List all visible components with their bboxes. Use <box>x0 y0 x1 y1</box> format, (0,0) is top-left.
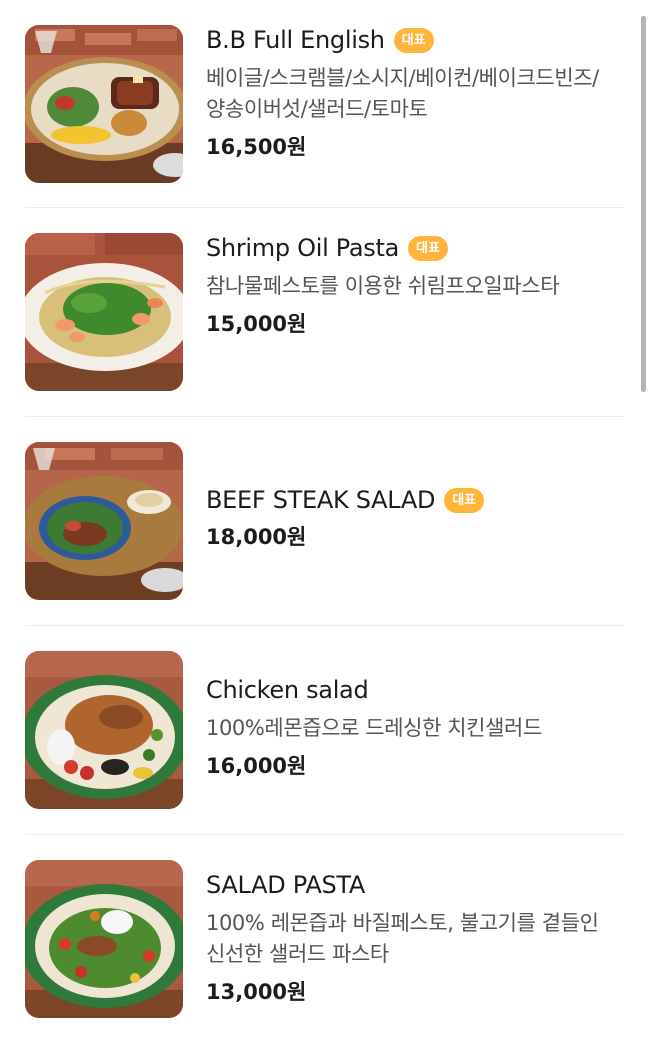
menu-item-price: 13,000원 <box>206 980 307 1004</box>
menu-item-name: SALAD PASTA <box>206 871 366 899</box>
menu-item-image[interactable] <box>25 233 183 391</box>
scrollbar[interactable] <box>641 16 646 392</box>
menu-item-image[interactable] <box>25 651 183 809</box>
signature-badge: 대표 <box>444 487 485 513</box>
menu-item-description: 100% 레몬즙과 바질페스토, 불고기를 곁들인 신선한 샐러드 파스타 <box>206 911 599 966</box>
divider <box>25 625 624 626</box>
chicken-salad-plate-image <box>25 651 183 809</box>
menu-item-image[interactable] <box>25 442 183 600</box>
full-english-breakfast-plate-image <box>25 25 183 183</box>
divider <box>25 834 624 835</box>
divider <box>25 416 624 417</box>
menu-list: B.B Full English 대표 베이글/스크램블/소시지/베이컨/베이크… <box>0 0 650 1040</box>
menu-item-description: 100%레몬즙으로 드레싱한 치킨샐러드 <box>206 716 542 740</box>
menu-item-image[interactable] <box>25 860 183 1018</box>
menu-item-name: Shrimp Oil Pasta <box>206 234 400 262</box>
signature-badge: 대표 <box>393 27 434 53</box>
salad-pasta-plate-image <box>25 860 183 1018</box>
menu-item-description: 참나물페스토를 이용한 쉬림프오일파스타 <box>206 274 560 298</box>
menu-item-salad-pasta[interactable]: SALAD PASTA 100% 레몬즙과 바질페스토, 불고기를 곁들인 신선… <box>25 860 624 1018</box>
shrimp-oil-pasta-plate-image <box>25 233 183 391</box>
menu-item-chicken-salad[interactable]: Chicken salad 100%레몬즙으로 드레싱한 치킨샐러드 16,00… <box>25 651 624 809</box>
menu-item-name: B.B Full English <box>206 26 385 54</box>
menu-item-description: 베이글/스크램블/소시지/베이컨/베이크드빈즈/양송이버섯/샐러드/토마토 <box>206 66 599 121</box>
menu-item-price: 18,000원 <box>206 525 307 549</box>
signature-badge: 대표 <box>408 235 448 261</box>
menu-item-price: 16,500원 <box>206 135 307 159</box>
menu-item-name: Chicken salad <box>206 676 369 704</box>
menu-item-price: 16,000원 <box>206 754 307 778</box>
menu-item-beef-steak-salad[interactable]: BEEF STEAK SALAD 대표 18,000원 <box>25 442 624 600</box>
menu-item-price: 15,000원 <box>206 312 307 336</box>
beef-steak-salad-plate-image <box>25 442 183 600</box>
menu-item-image[interactable] <box>25 25 183 183</box>
menu-item-shrimp-oil-pasta[interactable]: Shrimp Oil Pasta 대표 참나물페스토를 이용한 쉬림프오일파스타… <box>25 233 624 391</box>
divider <box>25 207 624 208</box>
menu-item-full-english[interactable]: B.B Full English 대표 베이글/스크램블/소시지/베이컨/베이크… <box>25 25 624 183</box>
menu-item-name: BEEF STEAK SALAD <box>206 486 436 514</box>
